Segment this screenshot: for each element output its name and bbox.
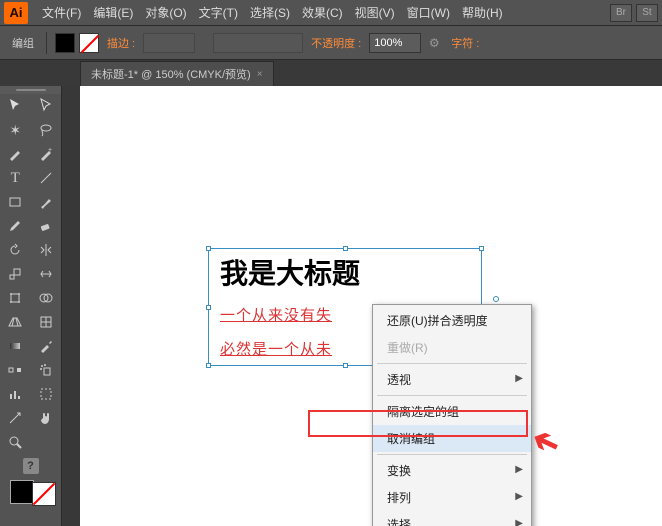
blend-tool[interactable] <box>0 358 31 382</box>
menu-file[interactable]: 文件(F) <box>36 4 87 21</box>
menu-effect[interactable]: 效果(C) <box>296 4 349 21</box>
paintbrush-tool[interactable] <box>31 190 62 214</box>
brush-input[interactable] <box>213 33 303 53</box>
type-tool[interactable]: T <box>0 166 31 190</box>
document-tab[interactable]: 未标题-1* @ 150% (CMYK/预览) × <box>80 61 274 86</box>
slice-tool[interactable] <box>0 406 31 430</box>
heading-text[interactable]: 我是大标题 <box>220 252 360 292</box>
stroke-color-swatch[interactable] <box>10 480 34 504</box>
help-button[interactable]: ? <box>0 454 61 478</box>
panel-dock-gap <box>62 86 80 526</box>
control-bar: 编组 描边 : 不透明度 : ⚙ 字符 : <box>0 26 662 60</box>
menu-object[interactable]: 对象(O) <box>139 4 192 21</box>
perspective-grid-tool[interactable] <box>0 310 31 334</box>
ctx-transform[interactable]: 变换▶ <box>373 457 531 484</box>
column-graph-tool[interactable] <box>0 382 31 406</box>
rotate-tool[interactable] <box>0 238 31 262</box>
ctx-redo: 重做(R) <box>373 334 531 361</box>
menu-help[interactable]: 帮助(H) <box>456 4 509 21</box>
hand-tool[interactable] <box>31 406 62 430</box>
shape-builder-tool[interactable] <box>31 286 62 310</box>
ctx-isolate[interactable]: 隔离选定的组 <box>373 398 531 425</box>
stroke-label[interactable]: 描边 : <box>103 35 139 51</box>
ctx-ungroup[interactable]: 取消编组 <box>373 425 531 452</box>
stroke-weight-input[interactable] <box>143 33 195 53</box>
menu-select[interactable]: 选择(S) <box>244 4 296 21</box>
eraser-tool[interactable] <box>31 214 62 238</box>
svg-text:+: + <box>48 147 52 154</box>
character-label[interactable]: 字符 : <box>447 35 483 51</box>
tab-title: 未标题-1* @ 150% (CMYK/预览) <box>91 66 251 82</box>
context-menu: 还原(U)拼合透明度 重做(R) 透视▶ 隔离选定的组 取消编组 变换▶ 排列▶… <box>372 304 532 526</box>
app-logo: Ai <box>4 2 28 24</box>
selection-type-label: 编组 <box>8 35 38 51</box>
selection-tool[interactable] <box>0 94 31 118</box>
panel-grip[interactable] <box>0 86 61 94</box>
artboard-tool[interactable] <box>31 382 62 406</box>
pen-tool[interactable] <box>0 142 31 166</box>
menu-window[interactable]: 窗口(W) <box>401 4 456 21</box>
gear-icon[interactable]: ⚙ <box>425 34 443 52</box>
menu-type[interactable]: 文字(T) <box>193 4 244 21</box>
symbol-sprayer-tool[interactable] <box>31 358 62 382</box>
zoom-tool[interactable] <box>0 430 31 454</box>
subtext-line2[interactable]: 必然是一个从未 <box>220 338 332 359</box>
scale-tool[interactable] <box>0 262 31 286</box>
width-tool[interactable] <box>31 262 62 286</box>
ctx-undo[interactable]: 还原(U)拼合透明度 <box>373 307 531 334</box>
ctx-perspective[interactable]: 透视▶ <box>373 366 531 393</box>
toolbox: ✶ + T ? <box>0 86 62 526</box>
lasso-tool[interactable] <box>31 118 62 142</box>
rotate-handle[interactable] <box>493 296 499 302</box>
free-transform-tool[interactable] <box>0 286 31 310</box>
bridge-button[interactable]: Br <box>610 4 632 22</box>
stroke-swatch[interactable] <box>79 33 99 53</box>
document-tabbar: 未标题-1* @ 150% (CMYK/预览) × <box>0 60 662 86</box>
stock-button[interactable]: St <box>636 4 658 22</box>
subtext-line1[interactable]: 一个从来没有失 <box>220 304 332 325</box>
add-anchor-tool[interactable]: + <box>31 142 62 166</box>
close-icon[interactable]: × <box>257 69 263 80</box>
pencil-tool[interactable] <box>0 214 31 238</box>
opacity-input[interactable] <box>369 33 421 53</box>
ctx-select[interactable]: 选择▶ <box>373 511 531 526</box>
eyedropper-tool[interactable] <box>31 334 62 358</box>
canvas[interactable]: 我是大标题 一个从来没有失 必然是一个从未 还原(U)拼合透明度 重做(R) 透… <box>80 86 662 526</box>
ctx-arrange[interactable]: 排列▶ <box>373 484 531 511</box>
fill-stroke-control[interactable] <box>0 478 61 518</box>
menubar: Ai 文件(F) 编辑(E) 对象(O) 文字(T) 选择(S) 效果(C) 视… <box>0 0 662 26</box>
magic-wand-tool[interactable]: ✶ <box>0 118 31 142</box>
fill-color-swatch[interactable] <box>32 482 56 506</box>
menu-edit[interactable]: 编辑(E) <box>87 4 139 21</box>
fill-swatch[interactable] <box>55 33 75 53</box>
rectangle-tool[interactable] <box>0 190 31 214</box>
direct-selection-tool[interactable] <box>31 94 62 118</box>
menu-view[interactable]: 视图(V) <box>349 4 401 21</box>
reflect-tool[interactable] <box>31 238 62 262</box>
line-tool[interactable] <box>31 166 62 190</box>
mesh-tool[interactable] <box>31 310 62 334</box>
gradient-tool[interactable] <box>0 334 31 358</box>
opacity-label[interactable]: 不透明度 : <box>307 35 365 51</box>
